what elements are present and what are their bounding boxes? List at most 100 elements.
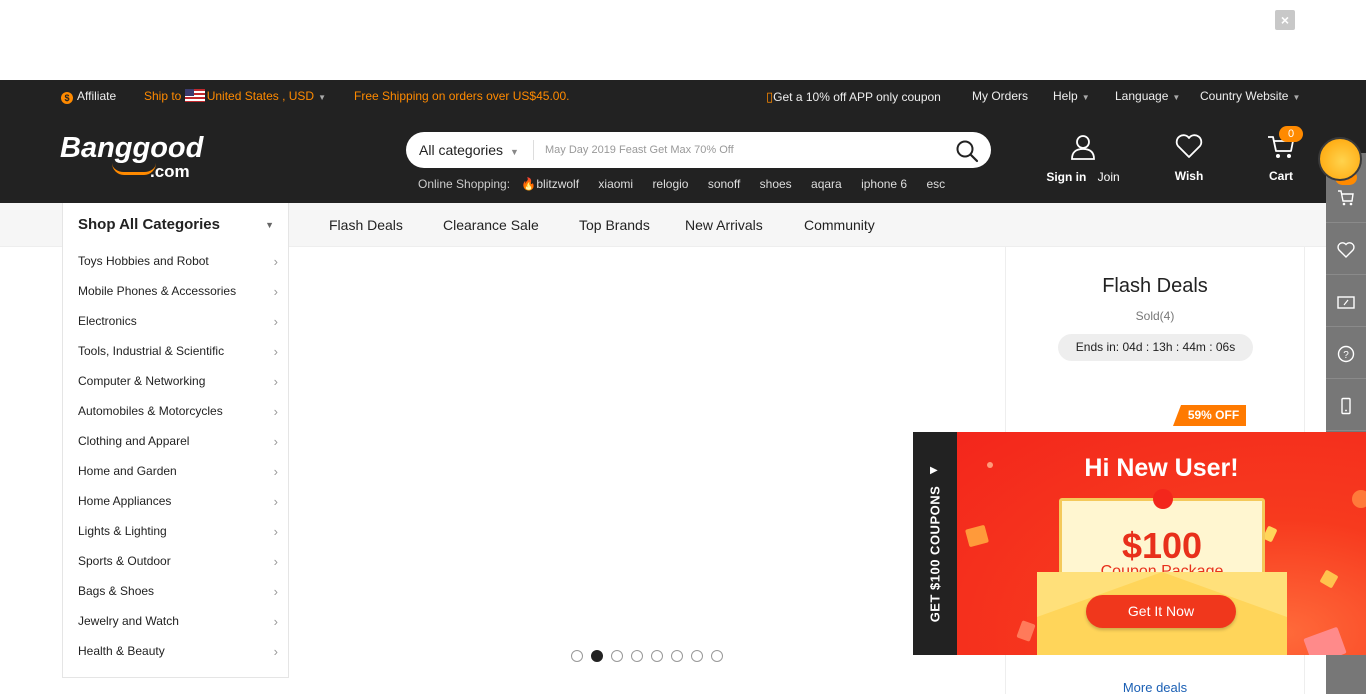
heart-icon bbox=[1175, 134, 1203, 158]
logo-domain: .com bbox=[150, 162, 190, 181]
sidebar-wish-button[interactable] bbox=[1326, 224, 1366, 275]
category-item[interactable]: Automobiles & Motorcycles › bbox=[78, 397, 278, 427]
chevron-right-icon: › bbox=[273, 584, 278, 599]
country-website-label: Country Website bbox=[1200, 89, 1289, 103]
coin-icon[interactable] bbox=[1318, 137, 1362, 181]
search-bar: All categories ▼ bbox=[406, 132, 991, 168]
nav-top-brands[interactable]: Top Brands bbox=[579, 203, 650, 247]
coupon-tab-label: GET $100 COUPONS bbox=[927, 485, 943, 623]
category-item[interactable]: Computer & Networking › bbox=[78, 367, 278, 397]
app-coupon-link[interactable]: ▯Get a 10% off APP only coupon bbox=[766, 80, 941, 114]
sign-in-link[interactable]: Sign in bbox=[1046, 170, 1086, 184]
free-shipping-notice[interactable]: Free Shipping on orders over US$45.00. bbox=[354, 80, 569, 113]
hot-keyword[interactable]: esc bbox=[926, 177, 945, 191]
nav-new-arrivals[interactable]: New Arrivals bbox=[685, 203, 763, 247]
coupon-icon bbox=[1337, 296, 1355, 309]
join-link[interactable]: Join bbox=[1098, 170, 1120, 184]
chevron-down-icon: ▼ bbox=[510, 147, 519, 157]
category-label: Electronics bbox=[78, 314, 137, 328]
category-label: Jewelry and Watch bbox=[78, 614, 179, 628]
shop-all-label: Shop All Categories bbox=[78, 216, 220, 233]
category-item[interactable]: Home and Garden › bbox=[78, 457, 278, 487]
carousel-dot[interactable] bbox=[711, 650, 723, 662]
category-item[interactable]: Mobile Phones & Accessories › bbox=[78, 277, 278, 307]
carousel-dot[interactable] bbox=[571, 650, 583, 662]
get-it-now-button[interactable]: Get It Now bbox=[1086, 595, 1236, 628]
hot-keyword[interactable]: aqara bbox=[811, 177, 842, 191]
wish-link[interactable]: Wish bbox=[1168, 133, 1210, 183]
category-item[interactable]: Health & Beauty › bbox=[78, 637, 278, 667]
coupon-tab[interactable]: ▶ GET $100 COUPONS bbox=[913, 432, 957, 655]
chevron-right-icon: › bbox=[273, 464, 278, 479]
carousel-dot[interactable] bbox=[631, 650, 643, 662]
chevron-right-icon: › bbox=[273, 374, 278, 389]
chevron-right-icon: › bbox=[273, 554, 278, 569]
category-item[interactable]: Jewelry and Watch › bbox=[78, 607, 278, 637]
category-select[interactable]: All categories ▼ bbox=[419, 132, 519, 170]
category-item[interactable]: Home Appliances › bbox=[78, 487, 278, 517]
help-menu[interactable]: Help ▼ bbox=[1053, 80, 1090, 114]
shop-all-categories[interactable]: Shop All Categories ▼ bbox=[62, 203, 289, 247]
category-item[interactable]: Clothing and Apparel › bbox=[78, 427, 278, 457]
sidebar-coupon-button[interactable] bbox=[1326, 276, 1366, 327]
nav-clearance-sale[interactable]: Clearance Sale bbox=[443, 203, 539, 247]
category-label: Mobile Phones & Accessories bbox=[78, 284, 237, 298]
hot-keyword[interactable]: shoes bbox=[760, 177, 792, 191]
chevron-right-icon: › bbox=[273, 614, 278, 629]
category-select-label: All categories bbox=[419, 142, 504, 158]
category-item[interactable]: Toys Hobbies and Robot › bbox=[78, 247, 278, 277]
banner-close-button[interactable]: × bbox=[1275, 10, 1295, 30]
more-deals-link[interactable]: More deals bbox=[1006, 680, 1304, 695]
hot-keyword[interactable]: xiaomi bbox=[598, 177, 633, 191]
divider bbox=[533, 140, 534, 160]
hot-keyword[interactable]: relogio bbox=[652, 177, 688, 191]
category-label: Health & Beauty bbox=[78, 644, 165, 658]
banggood-logo[interactable]: Banggood .com bbox=[60, 133, 203, 181]
nav-community[interactable]: Community bbox=[804, 203, 875, 247]
popup-body[interactable]: Hi New User! $100 Coupon Package Get It … bbox=[957, 432, 1366, 655]
flash-deals-title[interactable]: Flash Deals bbox=[1006, 275, 1304, 298]
caret-right-icon: ▶ bbox=[930, 465, 938, 476]
sidebar-help-button[interactable]: ? bbox=[1326, 328, 1366, 379]
language-label: Language bbox=[1115, 89, 1169, 103]
affiliate-link[interactable]: $ Affiliate bbox=[61, 80, 116, 113]
carousel-dot[interactable] bbox=[651, 650, 663, 662]
sidebar-app-button[interactable] bbox=[1326, 380, 1366, 431]
ship-country: United States , USD bbox=[206, 89, 315, 103]
flash-deals-sold: Sold(4) bbox=[1135, 309, 1175, 323]
category-item[interactable]: Lights & Lighting › bbox=[78, 517, 278, 547]
nav-flash-deals[interactable]: Flash Deals bbox=[329, 203, 403, 247]
hero-carousel[interactable] bbox=[290, 247, 1005, 694]
chevron-right-icon: › bbox=[273, 314, 278, 329]
ship-to-selector[interactable]: Ship to United States , USD ▼ bbox=[144, 80, 326, 114]
carousel-dot[interactable] bbox=[611, 650, 623, 662]
user-icon[interactable] bbox=[1069, 133, 1097, 161]
chevron-right-icon: › bbox=[273, 284, 278, 299]
hot-keyword[interactable]: iphone 6 bbox=[861, 177, 907, 191]
chevron-right-icon: › bbox=[273, 344, 278, 359]
phone-icon bbox=[1341, 397, 1351, 415]
hot-keyword[interactable]: 🔥blitzwolf bbox=[521, 177, 579, 191]
search-icon[interactable] bbox=[955, 139, 979, 163]
country-website-menu[interactable]: Country Website ▼ bbox=[1200, 80, 1300, 114]
account-area: Sign in Join bbox=[1045, 133, 1121, 184]
carousel-dot[interactable] bbox=[671, 650, 683, 662]
tag-icon bbox=[1016, 620, 1036, 642]
category-item[interactable]: Tools, Industrial & Scientific › bbox=[78, 337, 278, 367]
carousel-dot[interactable] bbox=[591, 650, 603, 662]
category-item[interactable]: Sports & Outdoor › bbox=[78, 547, 278, 577]
category-label: Toys Hobbies and Robot bbox=[78, 254, 209, 268]
chevron-down-icon: ▼ bbox=[1172, 93, 1181, 102]
carousel-dot[interactable] bbox=[691, 650, 703, 662]
category-item[interactable]: Bags & Shoes › bbox=[78, 577, 278, 607]
ship-to-label: Ship to bbox=[144, 89, 182, 103]
gift-icon bbox=[965, 524, 989, 548]
chevron-right-icon: › bbox=[273, 404, 278, 419]
language-menu[interactable]: Language ▼ bbox=[1115, 80, 1180, 114]
my-orders-link[interactable]: My Orders bbox=[972, 80, 1028, 113]
popup-title: Hi New User! bbox=[1084, 454, 1239, 482]
hot-keyword[interactable]: sonoff bbox=[708, 177, 740, 191]
category-item[interactable]: Electronics › bbox=[78, 307, 278, 337]
search-input[interactable] bbox=[545, 138, 945, 162]
chevron-right-icon: › bbox=[273, 644, 278, 659]
